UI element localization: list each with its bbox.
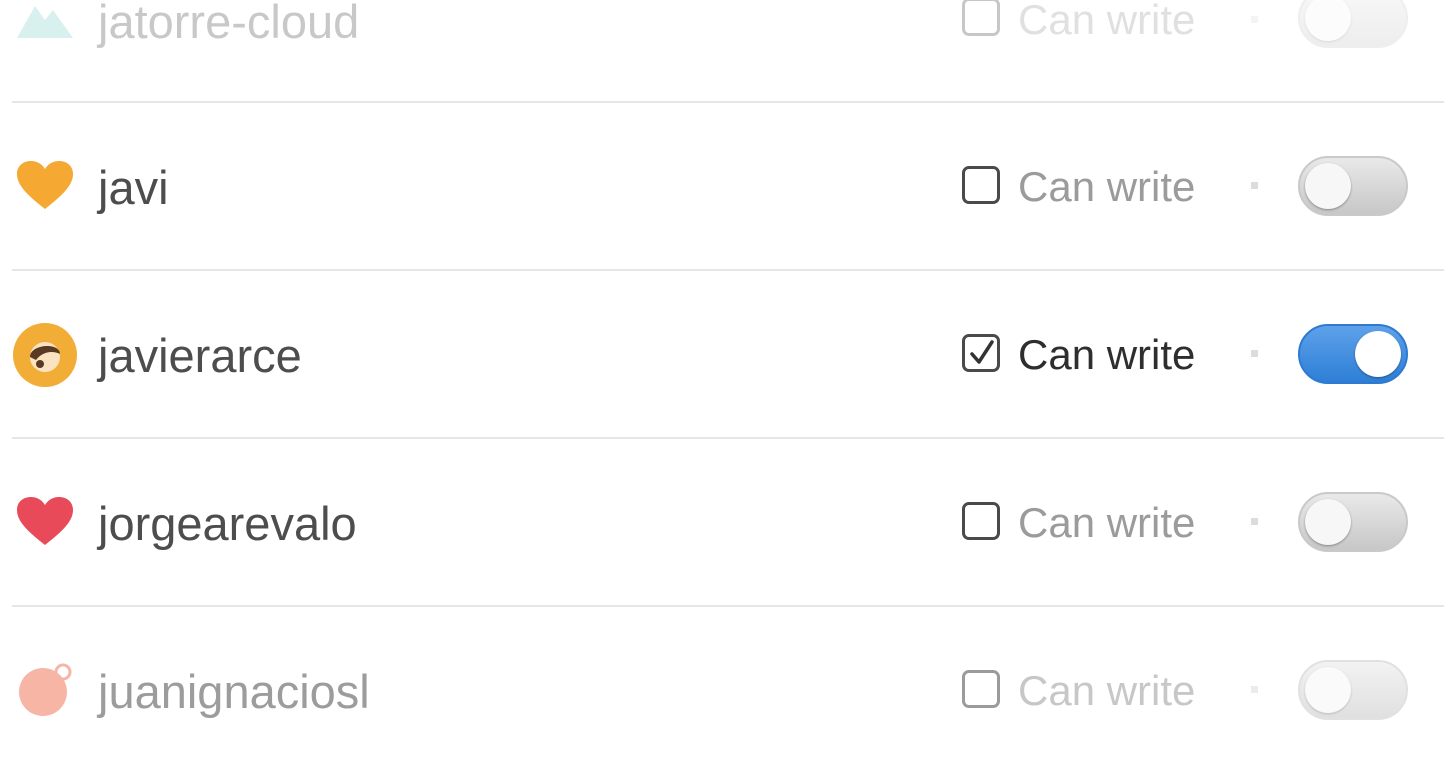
separator-dot <box>1251 686 1258 693</box>
can-write-checkbox[interactable] <box>962 0 1000 36</box>
member-permissions-list: jatorre-cloud Can write javi Can write j… <box>0 0 1456 720</box>
member-username: juanignaciosl <box>98 665 370 718</box>
toggle-knob <box>1305 499 1351 545</box>
mountain-icon <box>12 0 78 51</box>
avatar-blob-icon <box>12 657 78 723</box>
heart-icon <box>12 489 78 555</box>
toggle-knob <box>1305 667 1351 713</box>
member-username: javi <box>98 161 169 214</box>
member-toggle[interactable] <box>1298 156 1408 216</box>
heart-icon <box>12 153 78 219</box>
member-toggle[interactable] <box>1298 324 1408 384</box>
separator-dot <box>1251 518 1258 525</box>
toggle-knob <box>1305 0 1351 41</box>
toggle-knob <box>1305 163 1351 209</box>
can-write-label: Can write <box>1018 163 1196 210</box>
separator-dot <box>1251 182 1258 189</box>
list-item: javierarce Can write <box>0 270 1456 438</box>
list-item: javi Can write <box>0 102 1456 270</box>
can-write-label: Can write <box>1018 0 1196 43</box>
checkmark-icon <box>970 340 994 364</box>
member-toggle[interactable] <box>1298 0 1408 48</box>
separator-dot <box>1251 350 1258 357</box>
member-username: javierarce <box>98 329 302 382</box>
can-write-checkbox[interactable] <box>962 670 1000 708</box>
can-write-checkbox[interactable] <box>962 334 1000 372</box>
member-username: jatorre-cloud <box>98 0 360 48</box>
separator-dot <box>1251 16 1258 23</box>
avatar-face-icon <box>12 322 78 388</box>
can-write-checkbox[interactable] <box>962 166 1000 204</box>
can-write-label: Can write <box>1018 331 1196 378</box>
can-write-label: Can write <box>1018 667 1196 714</box>
list-item: juanignaciosl Can write <box>0 606 1456 774</box>
toggle-knob <box>1355 331 1401 377</box>
can-write-label: Can write <box>1018 499 1196 546</box>
list-item: jorgearevalo Can write <box>0 438 1456 606</box>
can-write-checkbox[interactable] <box>962 502 1000 540</box>
member-username: jorgearevalo <box>98 497 357 550</box>
member-toggle[interactable] <box>1298 492 1408 552</box>
list-item: jatorre-cloud Can write <box>0 0 1456 102</box>
member-toggle[interactable] <box>1298 660 1408 720</box>
